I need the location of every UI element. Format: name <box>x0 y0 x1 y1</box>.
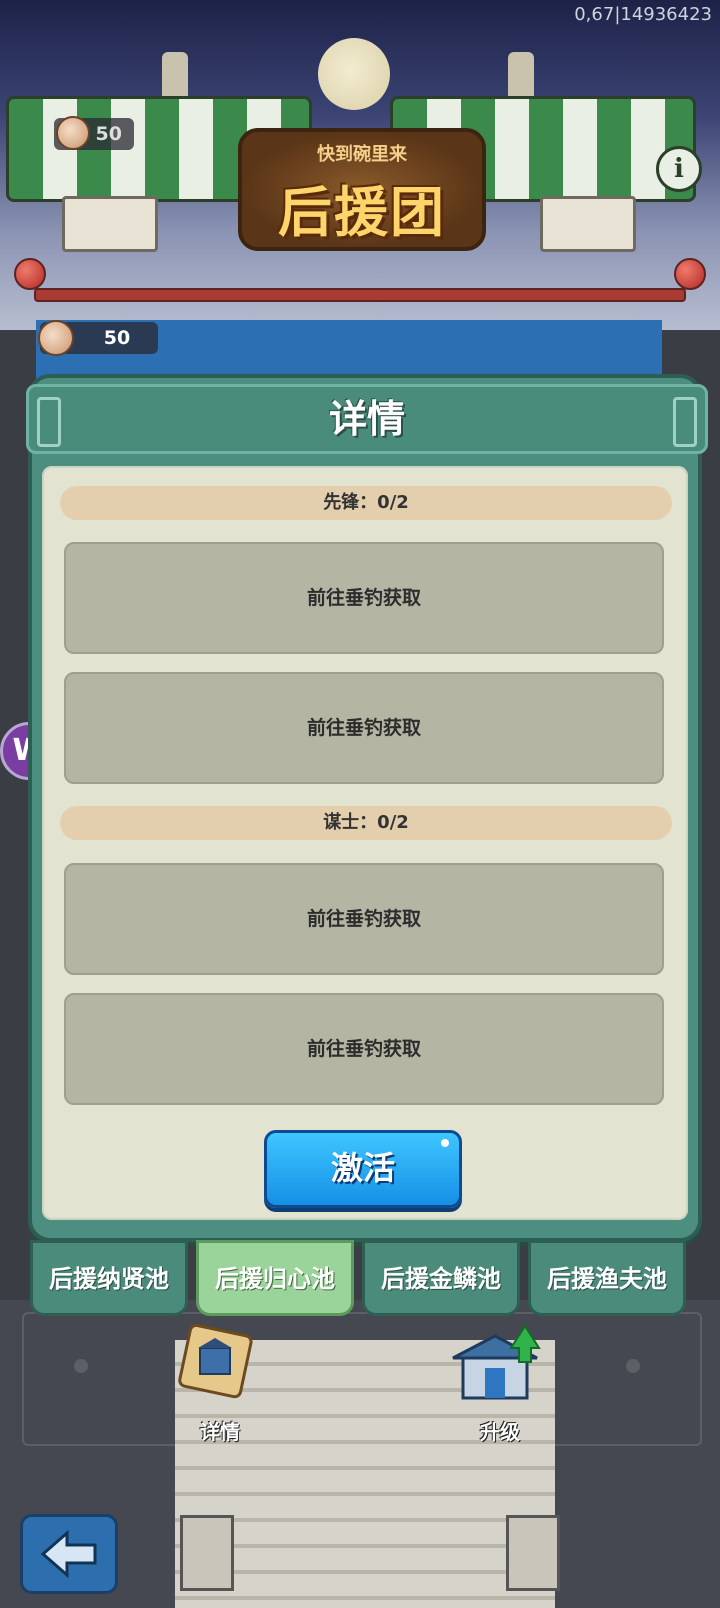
corner-counter: 0,67|14936423 <box>574 4 712 25</box>
slot-go-fishing[interactable]: 前往垂钓获取 <box>64 993 664 1105</box>
section-header-strategist: 谋士：0/2 <box>60 806 672 840</box>
panel-title: 详情 <box>328 397 405 441</box>
door-frame-right <box>506 1515 560 1591</box>
details-panel: 详情 先锋：0/2 前往垂钓获取 前往垂钓获取 谋士：0/2 前往垂钓获取 前往… <box>26 374 708 1242</box>
button-gloss <box>441 1139 449 1147</box>
tab-pool-recruit[interactable]: 后援纳贤池 <box>30 1240 188 1316</box>
slot-go-fishing[interactable]: 前往垂钓获取 <box>64 863 664 975</box>
floor-dot <box>626 1359 640 1373</box>
stage-rail <box>14 258 706 318</box>
title-banner: 快到碗里来 后援团 <box>238 128 486 251</box>
back-arrow-icon <box>40 1529 97 1579</box>
panel-header: 详情 <box>26 384 708 454</box>
fence-left <box>62 196 158 252</box>
slot-go-fishing[interactable]: 前往垂钓获取 <box>64 542 664 654</box>
coin-count-text: 50 <box>103 327 131 349</box>
banner-subtitle: 快到碗里来 <box>317 144 407 165</box>
nav-upgrade-label: 升级 <box>480 1420 520 1444</box>
requirement-list[interactable]: 先锋：0/2 前往垂钓获取 前往垂钓获取 谋士：0/2 前往垂钓获取 前往垂钓获… <box>60 486 672 1124</box>
slot-go-fishing[interactable]: 前往垂钓获取 <box>64 672 664 784</box>
activate-button[interactable]: 激活 <box>264 1130 462 1208</box>
rail-bar <box>34 288 686 302</box>
tab-pool-fisherman[interactable]: 后援渔夫池 <box>528 1240 686 1316</box>
rail-knob-left <box>14 258 46 290</box>
coin-icon <box>56 116 90 150</box>
info-icon[interactable]: i <box>656 146 702 192</box>
tab-pool-return[interactable]: 后援归心池 <box>196 1240 354 1316</box>
door-frame-left <box>180 1515 234 1591</box>
coin-icon <box>38 320 74 356</box>
floor-dot <box>74 1359 88 1373</box>
scroll-icon[interactable] <box>170 1318 260 1399</box>
tab-pool-golden-scale[interactable]: 后援金鳞池 <box>362 1240 520 1316</box>
section-header-vanguard: 先锋：0/2 <box>60 486 672 520</box>
activate-label: 激活 <box>330 1149 395 1187</box>
panel-body: 先锋：0/2 前往垂钓获取 前往垂钓获取 谋士：0/2 前往垂钓获取 前往垂钓获… <box>42 466 688 1220</box>
fence-right <box>540 196 636 252</box>
banner-title: 后援团 <box>278 181 446 244</box>
moon <box>318 38 390 110</box>
temple-upgrade-icon[interactable] <box>445 1318 541 1400</box>
coin-count-top-text: 50 <box>95 123 122 145</box>
nav-details-label: 详情 <box>200 1420 240 1444</box>
back-button[interactable] <box>20 1514 118 1594</box>
rail-knob-right <box>674 258 706 290</box>
